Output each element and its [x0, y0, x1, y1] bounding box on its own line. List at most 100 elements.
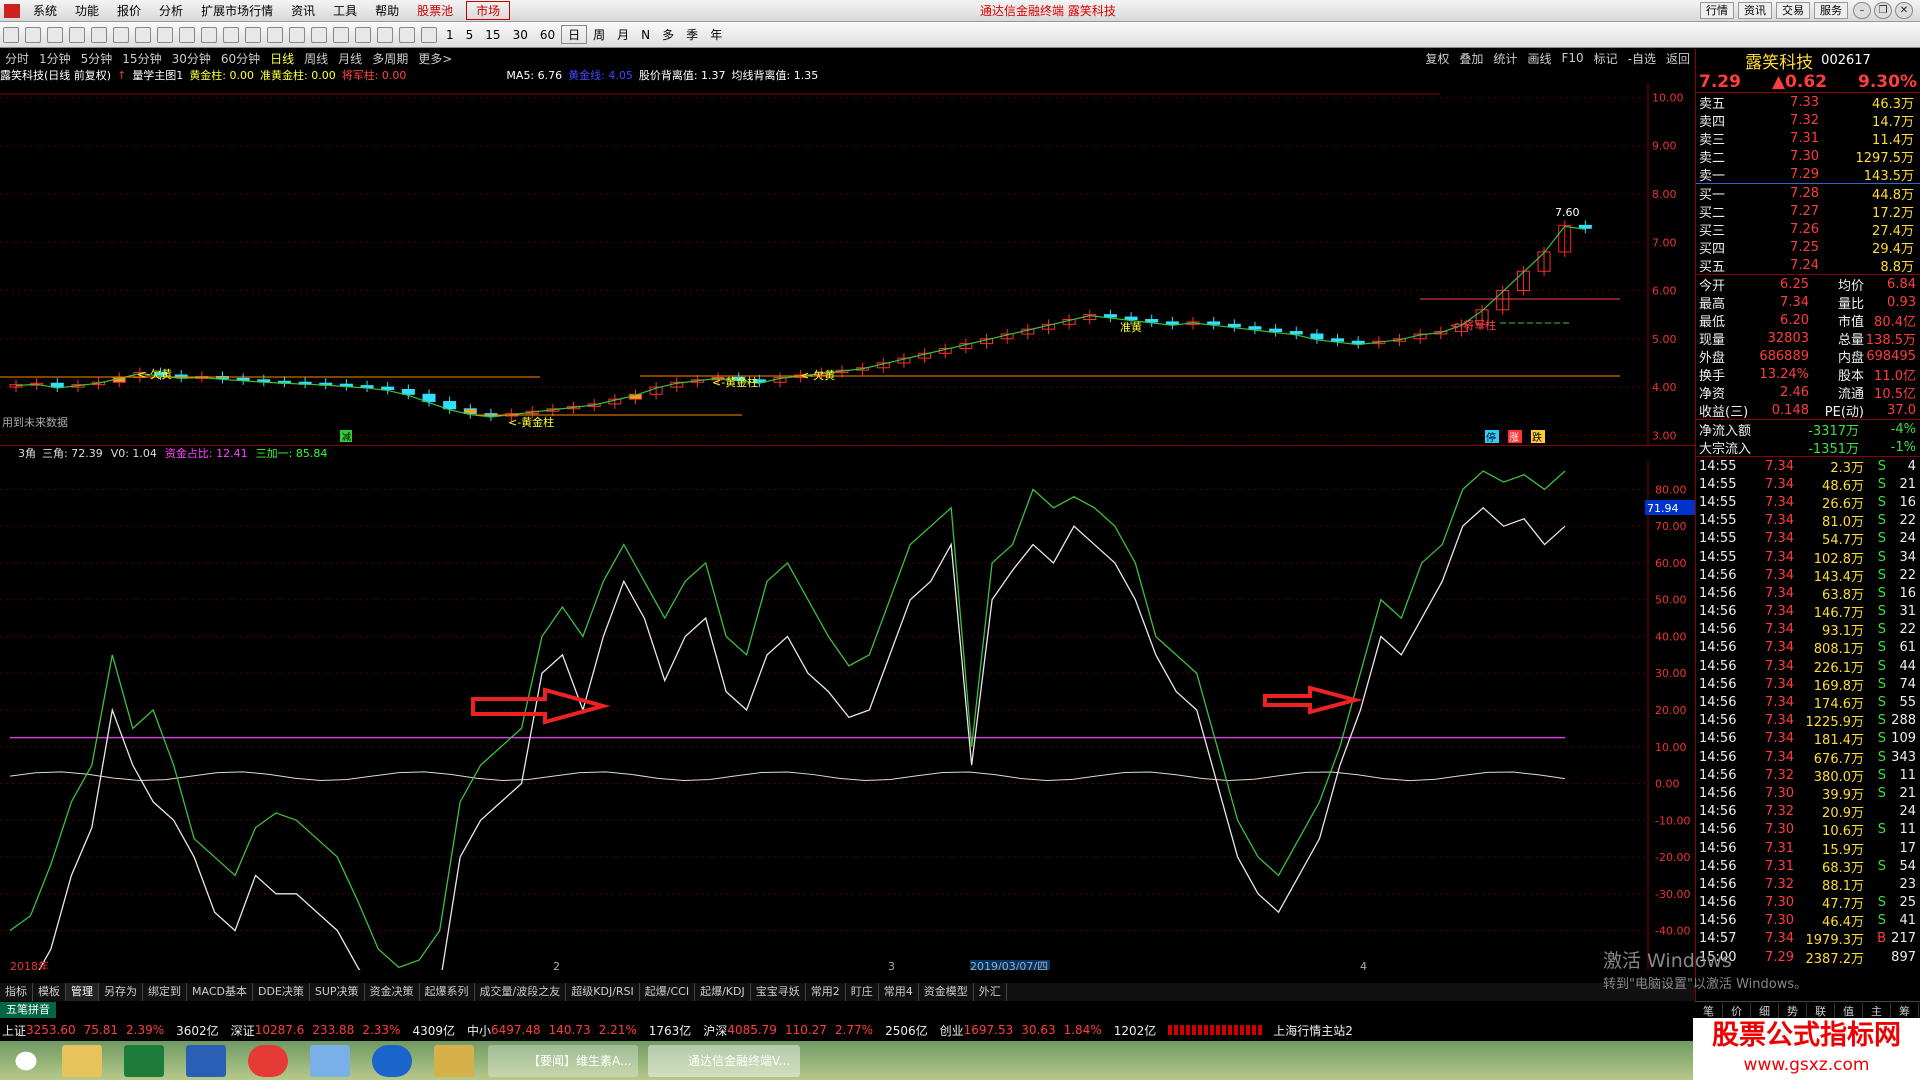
- tab-15min[interactable]: 15分钟: [117, 50, 166, 67]
- menu-market[interactable]: 市场: [466, 1, 511, 20]
- weibo-icon[interactable]: [248, 1045, 288, 1077]
- sub-indicator-name[interactable]: 3角: [18, 446, 36, 460]
- rp-tab-5[interactable]: 值: [1835, 1002, 1863, 1019]
- excel-icon[interactable]: [124, 1045, 164, 1077]
- idx-hs-name[interactable]: 沪深: [703, 1022, 727, 1039]
- taskbar-browser[interactable]: 【要闻】维生素A...: [488, 1045, 638, 1077]
- indicator-tab-18[interactable]: 资金模型: [919, 983, 974, 1001]
- rp-tab-6[interactable]: 主: [1863, 1002, 1891, 1019]
- indicator-tab-3[interactable]: 另存为: [99, 983, 143, 1001]
- tab-daily[interactable]: 日线: [265, 50, 299, 67]
- word-icon[interactable]: [186, 1045, 226, 1077]
- tab-1min[interactable]: 1分钟: [34, 50, 76, 67]
- list-icon[interactable]: [157, 26, 173, 43]
- period-season[interactable]: 季: [680, 26, 704, 43]
- news-icon[interactable]: [223, 26, 239, 43]
- indicator-tab-5[interactable]: MACD基本: [187, 983, 253, 1001]
- rp-tab-4[interactable]: 联: [1807, 1002, 1835, 1019]
- indicator-tab-4[interactable]: 绑定到: [143, 983, 187, 1001]
- period-day[interactable]: 日: [561, 25, 588, 44]
- report-icon[interactable]: [201, 26, 217, 43]
- back-icon[interactable]: [3, 26, 19, 43]
- btn-fuwu[interactable]: 服务: [1814, 2, 1848, 19]
- down-icon[interactable]: [47, 26, 63, 43]
- rp-tab-1[interactable]: 价: [1723, 1002, 1751, 1019]
- menu-function[interactable]: 功能: [66, 2, 108, 19]
- up-icon[interactable]: [25, 26, 41, 43]
- btn-biaoji[interactable]: 标记: [1589, 50, 1623, 67]
- chart-switch-icon[interactable]: [421, 26, 437, 43]
- tab-60min[interactable]: 60分钟: [216, 50, 265, 67]
- menu-news[interactable]: 资讯: [282, 2, 324, 19]
- restore-icon[interactable]: ❐: [1874, 2, 1892, 19]
- tab-5min[interactable]: 5分钟: [76, 50, 118, 67]
- btn-huaxian[interactable]: 画线: [1522, 50, 1556, 67]
- indicator-tab-12[interactable]: 起爆/CCI: [640, 983, 696, 1001]
- btn-hangqing[interactable]: 行情: [1700, 2, 1734, 19]
- paint-icon[interactable]: [434, 1045, 474, 1077]
- grid-icon[interactable]: [69, 26, 85, 43]
- tab-weekly[interactable]: 周线: [299, 50, 333, 67]
- btn-zixuan[interactable]: -自选: [1623, 50, 1661, 67]
- idx-cy-name[interactable]: 创业: [940, 1022, 964, 1039]
- indicator-tab-2[interactable]: 管理: [66, 983, 99, 1001]
- tab-fenshi[interactable]: 分时: [0, 50, 34, 67]
- idx-sz-name[interactable]: 深证: [231, 1022, 255, 1039]
- rp-tab-7[interactable]: 筹: [1891, 1002, 1919, 1019]
- period-week[interactable]: 周: [587, 26, 611, 43]
- indicator-tab-8[interactable]: 资金决策: [365, 983, 420, 1001]
- period-multi[interactable]: 多: [656, 26, 680, 43]
- rsi-icon[interactable]: [311, 26, 327, 43]
- indicator-tab-9[interactable]: 起爆系列: [420, 983, 475, 1001]
- period-year[interactable]: 年: [704, 26, 728, 43]
- pencil-icon[interactable]: [377, 26, 393, 43]
- menu-analysis[interactable]: 分析: [150, 2, 192, 19]
- dollar-icon[interactable]: [333, 26, 349, 43]
- tab-multi[interactable]: 多周期: [367, 50, 413, 67]
- tab-more[interactable]: 更多>: [413, 50, 457, 67]
- rp-tab-3[interactable]: 势: [1779, 1002, 1807, 1019]
- indicator-tab-19[interactable]: 外汇: [974, 983, 1007, 1001]
- period-n[interactable]: N: [635, 28, 656, 42]
- btn-fuquan[interactable]: 复权: [1420, 50, 1454, 67]
- menu-tools[interactable]: 工具: [324, 2, 366, 19]
- btn-jiaoyi[interactable]: 交易: [1776, 2, 1810, 19]
- taskbar-tdx[interactable]: 通达信金融终端V...: [648, 1045, 800, 1077]
- calc-icon[interactable]: [245, 26, 261, 43]
- period-30[interactable]: 30: [507, 28, 534, 42]
- windows-start-icon[interactable]: [8, 1045, 44, 1077]
- indicator-tab-7[interactable]: SUP决策: [310, 983, 365, 1001]
- indicator-tab-6[interactable]: DDE决策: [253, 983, 310, 1001]
- menu-ext-market[interactable]: 扩展市场行情: [192, 2, 282, 19]
- menu-quote[interactable]: 报价: [108, 2, 150, 19]
- fund-icon[interactable]: [179, 26, 195, 43]
- btn-fanhui[interactable]: 返回: [1661, 50, 1695, 67]
- indicator-tab-1[interactable]: 模板: [33, 983, 66, 1001]
- menu-system[interactable]: 系统: [24, 2, 66, 19]
- indicator-tab-10[interactable]: 成交量/波段之友: [475, 983, 567, 1001]
- indicator-chart[interactable]: 80.0070.0060.0050.0040.0030.0020.0010.00…: [0, 460, 1695, 970]
- rp-tab-0[interactable]: 笔: [1695, 1002, 1723, 1019]
- period-15[interactable]: 15: [479, 28, 506, 42]
- indicator-tab-15[interactable]: 常用2: [806, 983, 846, 1001]
- period-month[interactable]: 月: [611, 26, 635, 43]
- server-station[interactable]: 上海行情主站2: [1273, 1022, 1353, 1039]
- menu-help[interactable]: 帮助: [366, 2, 408, 19]
- ime-indicator[interactable]: 五笔拼音: [0, 1002, 56, 1018]
- menu-stock-pool[interactable]: 股票池: [408, 2, 462, 19]
- close-icon[interactable]: ✕: [1895, 2, 1913, 19]
- indicator-tab-17[interactable]: 常用4: [879, 983, 919, 1001]
- rp-tab-2[interactable]: 细: [1751, 1002, 1779, 1019]
- table-icon[interactable]: [91, 26, 107, 43]
- indicator-tab-13[interactable]: 起爆/KDJ: [695, 983, 751, 1001]
- mail-icon[interactable]: [310, 1045, 350, 1077]
- btn-f10[interactable]: F10: [1556, 51, 1588, 65]
- period-1[interactable]: 1: [440, 28, 460, 42]
- f5-icon[interactable]: [399, 26, 415, 43]
- idx-zx-name[interactable]: 中小: [467, 1022, 491, 1039]
- period-5[interactable]: 5: [460, 28, 480, 42]
- btn-tongji[interactable]: 统计: [1488, 50, 1522, 67]
- chat-icon[interactable]: [372, 1045, 412, 1077]
- bar-chart-icon[interactable]: [113, 26, 129, 43]
- tab-30min[interactable]: 30分钟: [167, 50, 216, 67]
